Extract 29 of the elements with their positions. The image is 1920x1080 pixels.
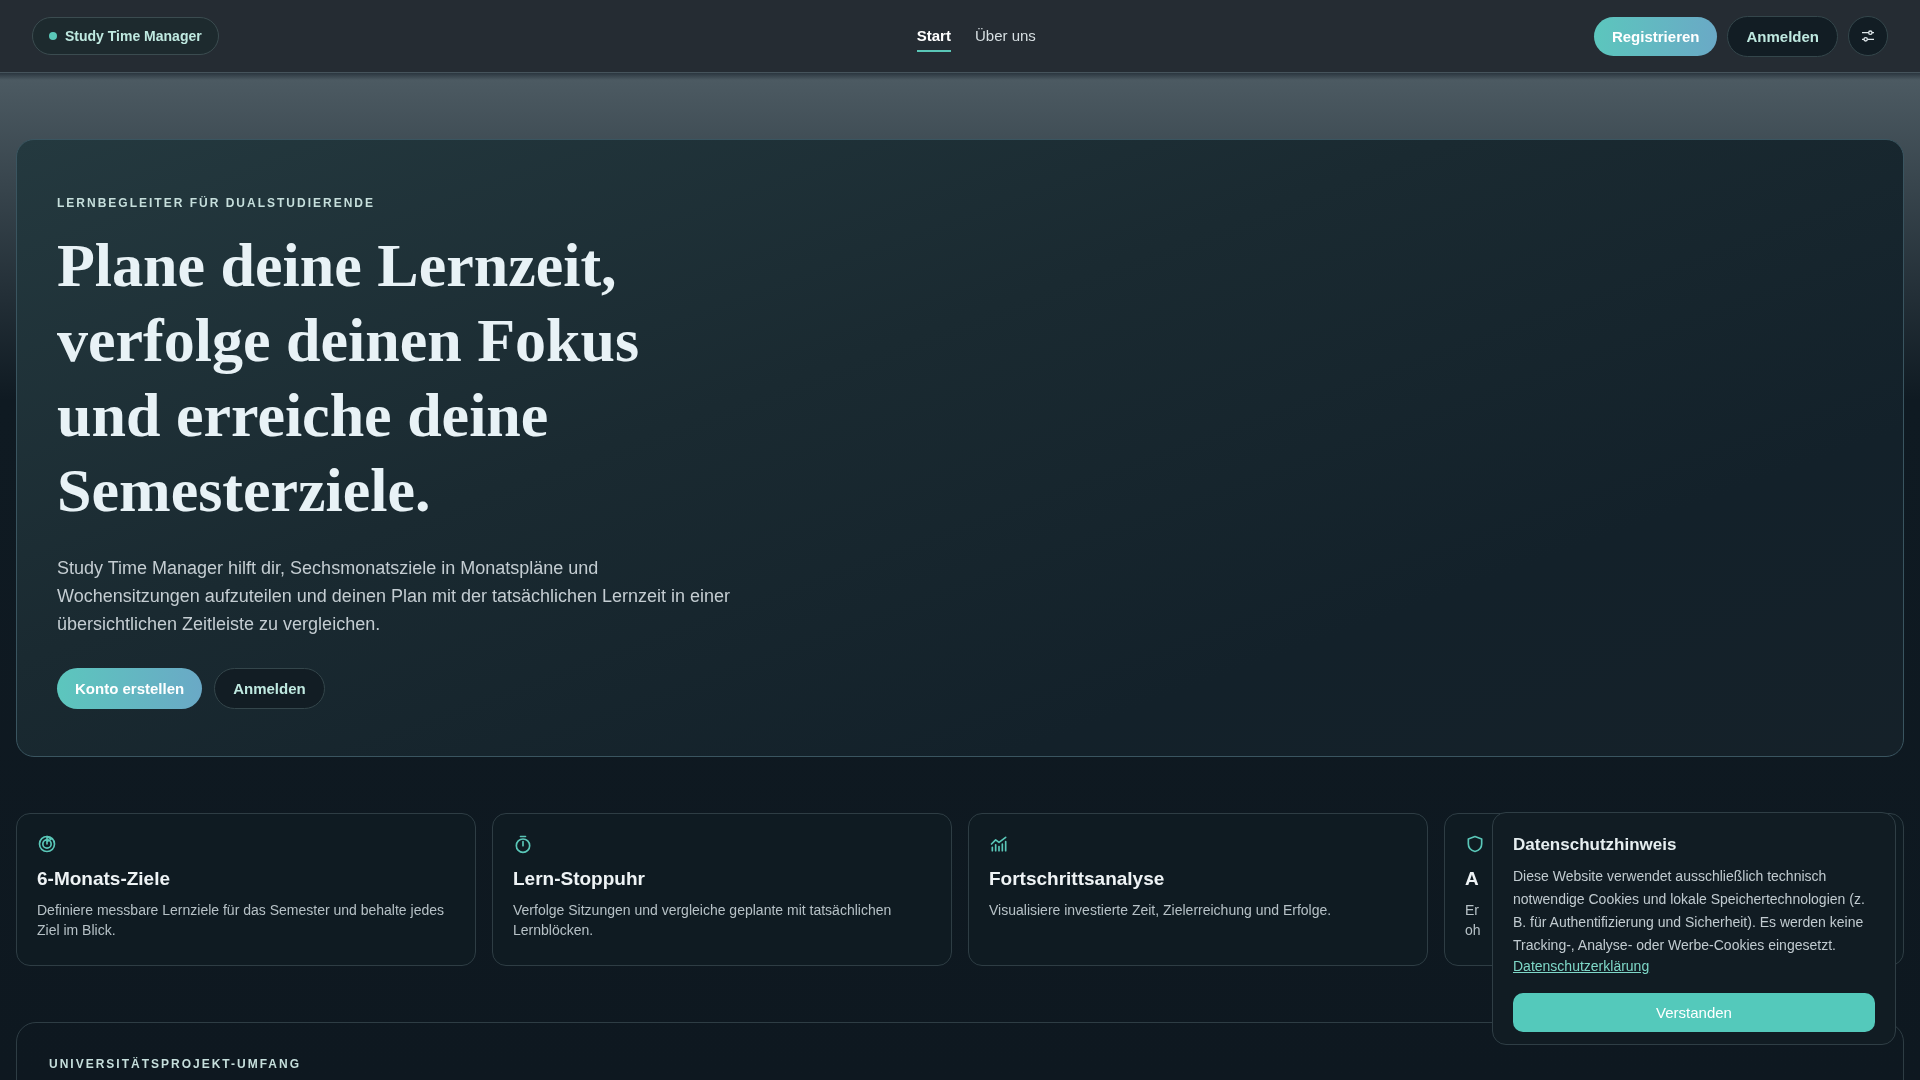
feature-description: Verfolge Sitzungen und vergleiche geplante mit tatsächlichen Lernblöcken. <box>513 901 893 940</box>
feature-title: A <box>1465 868 1479 890</box>
brand-name: Study Time Manager <box>65 28 202 44</box>
nav-link[interactable]: Start <box>916 20 951 52</box>
feature-description: Visualisiere investierte Zeit, Zielerreichung und Erfolge. <box>989 901 1332 920</box>
hero-description: Study Time Manager hilft dir, Sechsmonatsziele in Monatspläne und Wochensitzungen aufzuteilen und deinen Plan mit der tatsächlichen Lernzeit in einer übersichtlichen Zeitleiste zu vergleichen. <box>57 557 732 636</box>
status-dot <box>49 32 57 40</box>
shield-icon <box>1465 834 1485 854</box>
nav-link[interactable]: Über uns <box>974 20 1036 52</box>
feature-title: Lern-Stoppuhr <box>513 868 645 890</box>
login-button[interactable]: Anmelden <box>214 668 325 709</box>
target-icon <box>37 834 57 854</box>
hero-eyebrow: LERNBEGLEITER FÜR DUALSTUDIERENDE <box>57 196 376 210</box>
feature-description: Definiere messbare Lernziele für das Semester und behalte jedes Ziel im Blick. <box>37 901 445 940</box>
sliders-icon <box>1860 28 1876 44</box>
settings-button[interactable] <box>1848 16 1888 56</box>
chart-icon <box>989 834 1009 854</box>
cookie-text: Diese Website verwendet ausschließlich technisch notwendige Cookies und lokale Speichertechnologien (z. B. für Authentifizierung und Sicherheit). Es werden keine Tracking-, Analyse- oder Werbe-Cookies eingesetzt. <box>1513 867 1866 955</box>
privacy-link[interactable]: Datenschutzerklärung <box>1513 958 1650 974</box>
feature-title: 6-Monats-Ziele <box>37 868 171 890</box>
cookie-title: Datenschutzhinweis <box>1513 835 1678 855</box>
stopwatch-icon <box>513 834 533 854</box>
feature-description: Er <box>1465 901 1479 920</box>
feature-description: oh <box>1465 921 1481 940</box>
scope-eyebrow: UNIVERSITÄTSPROJEKT-UMFANG <box>49 1057 302 1071</box>
login-button[interactable]: Anmelden <box>1727 15 1838 57</box>
feature-title: Fortschrittsanalyse <box>989 868 1165 890</box>
brand-badge[interactable]: Study Time Manager <box>32 17 219 55</box>
hero-heading: Plane deine Lernzeit, verfolge deinen Fokus und erreiche deine Semesterziele. <box>57 230 641 526</box>
